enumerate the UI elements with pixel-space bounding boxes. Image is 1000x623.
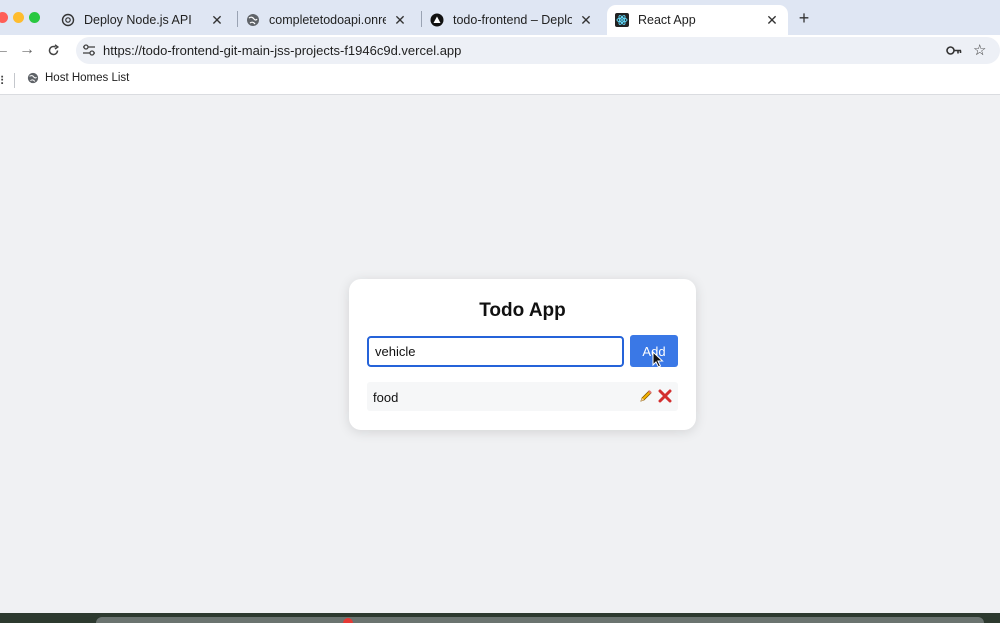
todo-input[interactable]	[367, 336, 624, 367]
openai-icon	[61, 13, 75, 27]
address-bar[interactable]: https://todo-frontend-git-main-jss-proje…	[76, 37, 1000, 64]
tab-todo-frontend-deployment[interactable]: todo-frontend – Deployment ✕	[422, 5, 602, 35]
dock-app-icon[interactable]	[343, 618, 353, 623]
vercel-icon	[430, 13, 444, 27]
todo-text: food	[373, 390, 399, 405]
tab-deploy-nodejs-api[interactable]: Deploy Node.js API ✕	[53, 5, 233, 35]
tab-title: todo-frontend – Deployment	[453, 13, 572, 27]
react-icon	[615, 13, 629, 27]
browser-toolbar: ← → https://todo-frontend-git-main-jss-p…	[0, 35, 1000, 66]
todo-card: Todo App Add food	[349, 279, 696, 430]
password-key-icon[interactable]	[946, 44, 962, 57]
tab-title: Deploy Node.js API	[84, 13, 192, 27]
bookmark-label: Host Homes List	[45, 72, 130, 84]
site-settings-icon[interactable]	[82, 43, 96, 57]
url-text: https://todo-frontend-git-main-jss-proje…	[103, 43, 462, 58]
apps-grid-icon[interactable]: ⠿	[0, 74, 5, 88]
tab-completetodoapi[interactable]: completetodoapi.onrender.co ✕	[238, 5, 416, 35]
back-arrow-icon[interactable]: ←	[0, 41, 10, 59]
delete-x-icon[interactable]	[658, 389, 672, 403]
tab-close-icon[interactable]: ✕	[578, 12, 594, 29]
tab-strip: Deploy Node.js API ✕ completetodoapi.onr…	[0, 0, 1000, 35]
mouse-pointer-icon	[652, 351, 664, 368]
window-close-button[interactable]	[0, 12, 8, 23]
tab-title: completetodoapi.onrender.co	[269, 13, 386, 27]
window-minimize-button[interactable]	[13, 12, 24, 23]
pencil-edit-icon[interactable]	[639, 389, 653, 403]
tab-react-app[interactable]: React App ✕	[607, 5, 788, 35]
todo-list-item: food	[367, 382, 678, 411]
page-viewport: Todo App Add food	[0, 95, 1000, 613]
bookmarks-separator	[14, 73, 15, 88]
tab-close-icon[interactable]: ✕	[209, 12, 225, 29]
globe-icon	[247, 14, 259, 26]
tab-close-icon[interactable]: ✕	[764, 12, 780, 29]
dock-shelf	[96, 617, 984, 623]
tab-title: React App	[638, 13, 696, 27]
dock	[0, 613, 1000, 623]
globe-icon	[27, 72, 39, 84]
bookmark-star-icon[interactable]: ☆	[973, 41, 986, 59]
app-title: Todo App	[479, 300, 566, 321]
reload-icon[interactable]	[47, 44, 60, 57]
forward-arrow-icon[interactable]: →	[19, 41, 35, 59]
tab-close-icon[interactable]: ✕	[392, 12, 408, 29]
window-zoom-button[interactable]	[29, 12, 40, 23]
bookmark-host-homes-list[interactable]: Host Homes List	[27, 72, 129, 84]
bookmarks-bar: ⠿ Host Homes List	[0, 66, 1000, 95]
new-tab-plus-icon[interactable]: +	[795, 8, 813, 29]
